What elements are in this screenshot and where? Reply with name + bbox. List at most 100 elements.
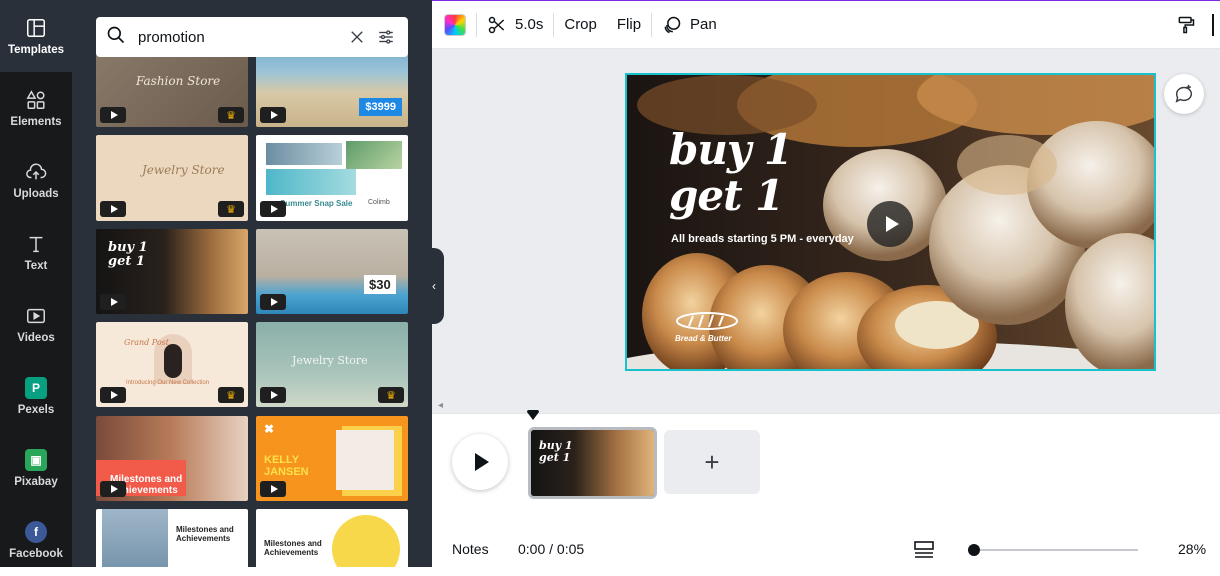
add-comment-button[interactable] [1164, 74, 1204, 114]
template-tile[interactable]: $30 [256, 229, 408, 314]
play-icon [260, 201, 286, 217]
rail-facebook-label: Facebook [9, 548, 63, 560]
rail-facebook[interactable]: f Facebook [0, 504, 72, 576]
tile-title: Milestones and Achievements [176, 525, 234, 543]
tile-title: Summer Snap Sale [280, 199, 353, 208]
tile-subtitle: Colimb [368, 199, 390, 206]
headline-line2[interactable]: get 1 [669, 171, 784, 220]
pan-animation-icon [664, 16, 681, 33]
more-icon[interactable] [1212, 13, 1220, 36]
play-icon [100, 294, 126, 310]
template-tile[interactable]: Milestones and Achievements [96, 509, 248, 567]
pan-button[interactable]: Pan [652, 0, 727, 49]
rail-elements-label: Elements [10, 116, 62, 128]
playhead-marker[interactable] [527, 410, 539, 420]
upload-cloud-icon [24, 160, 48, 184]
clear-icon[interactable] [345, 25, 369, 49]
video-icon [24, 304, 48, 328]
template-tile[interactable]: Summer Snap Sale Colimb [256, 135, 408, 221]
tile-title-line1: KELLY [264, 454, 300, 466]
brand-name[interactable]: Bread & Butter [675, 334, 731, 343]
headline-line1[interactable]: buy 1 [669, 125, 793, 174]
rail-pexels[interactable]: P Pexels [0, 360, 72, 432]
plus-icon: + [704, 446, 720, 477]
tile-title: Jewelry Store [142, 163, 225, 177]
pexels-icon: P [24, 376, 48, 400]
text-icon [24, 232, 48, 256]
editor-toolbar: 5.0s Crop Flip Pan [432, 0, 1220, 49]
play-icon [100, 481, 126, 497]
tile-title: Grand Post [124, 338, 169, 347]
left-rail: Templates Elements Uploads Text Videos P… [0, 0, 72, 567]
scroll-left-icon[interactable]: ◂ [438, 400, 443, 411]
template-tile[interactable]: Jewelry Store ♛ [256, 322, 408, 407]
template-tile[interactable]: Jewelry Store ♛ [96, 135, 248, 221]
rail-uploads[interactable]: Uploads [0, 144, 72, 216]
play-icon [260, 107, 286, 123]
zoom-slider-handle[interactable] [968, 544, 980, 556]
play-icon [260, 387, 286, 403]
template-tile[interactable]: Milestones and Achievements [96, 416, 248, 501]
template-tile[interactable]: Grand Post Introducing Our New Collectio… [96, 322, 248, 407]
search-input[interactable] [136, 27, 339, 47]
rail-videos-label: Videos [17, 332, 55, 344]
tile-price: $3999 [359, 98, 402, 116]
play-icon [260, 294, 286, 310]
duration-label: 5.0s [515, 16, 544, 33]
video-play-button[interactable] [867, 201, 913, 247]
crown-icon: ♛ [218, 107, 244, 123]
rail-pixabay-label: Pixabay [14, 476, 58, 488]
timecode: 0:00 / 0:05 [518, 541, 585, 557]
template-tile[interactable]: buy 1 get 1 [96, 229, 248, 314]
flip-button[interactable]: Flip [607, 0, 651, 49]
copy-style-button[interactable] [1166, 0, 1204, 49]
template-tile[interactable]: ✖ KELLY JANSEN [256, 416, 408, 501]
timeline-clip[interactable]: buy 1 get 1 [528, 427, 657, 499]
crown-icon: ♛ [218, 387, 244, 403]
rail-pexels-label: Pexels [17, 404, 55, 416]
tile-title-line1: buy 1 [108, 240, 148, 255]
play-icon [100, 201, 126, 217]
crop-button[interactable]: Crop [554, 0, 607, 49]
facebook-icon: f [24, 520, 48, 544]
clip-title-line1: buy 1 [539, 439, 573, 452]
templates-icon [24, 16, 48, 40]
rail-pixabay[interactable]: ▣ Pixabay [0, 432, 72, 504]
tile-price: $30 [364, 275, 396, 294]
duration-button[interactable]: 5.0s [477, 0, 553, 49]
bread-logo-icon [676, 312, 738, 330]
close-mark-icon: ✖ [264, 422, 275, 436]
add-page-button[interactable]: + [664, 430, 760, 494]
play-icon [100, 387, 126, 403]
paint-roller-icon [1178, 16, 1195, 33]
play-icon [100, 107, 126, 123]
timeline-play-button[interactable] [452, 434, 508, 490]
color-picker-button[interactable] [432, 0, 476, 49]
design-subtitle[interactable]: All breads starting 5 PM - everyday [671, 233, 854, 245]
zoom-slider[interactable] [974, 549, 1138, 551]
rail-videos[interactable]: Videos [0, 288, 72, 360]
elements-icon [24, 88, 48, 112]
tile-subtitle: Introducing Our New Collection [126, 380, 210, 386]
crown-icon: ♛ [378, 387, 404, 403]
tile-title: Milestones and Achievements [264, 539, 322, 557]
collapse-panel-button[interactable]: ‹ [424, 248, 444, 324]
design-page[interactable]: buy 1 get 1 All breads starting 5 PM - e… [625, 73, 1156, 371]
crop-label: Crop [564, 16, 597, 33]
filter-icon[interactable] [375, 25, 399, 49]
rail-elements[interactable]: Elements [0, 72, 72, 144]
tile-title: Jewelry Store [292, 354, 368, 367]
template-tile[interactable]: Milestones and Achievements [256, 509, 408, 567]
search-icon [106, 25, 126, 50]
pixabay-icon: ▣ [24, 448, 48, 472]
tile-title-line2: JANSEN [264, 466, 309, 478]
rail-templates-label: Templates [7, 44, 65, 56]
rail-templates[interactable]: Templates [0, 0, 72, 72]
zoom-level[interactable]: 28% [1178, 541, 1206, 557]
rail-text[interactable]: Text [0, 216, 72, 288]
notes-button[interactable]: Notes [452, 541, 489, 557]
crown-icon: ♛ [218, 201, 244, 217]
grid-view-icon[interactable] [914, 541, 934, 559]
clip-title-line2: get 1 [539, 451, 571, 464]
rail-text-label: Text [24, 260, 48, 272]
